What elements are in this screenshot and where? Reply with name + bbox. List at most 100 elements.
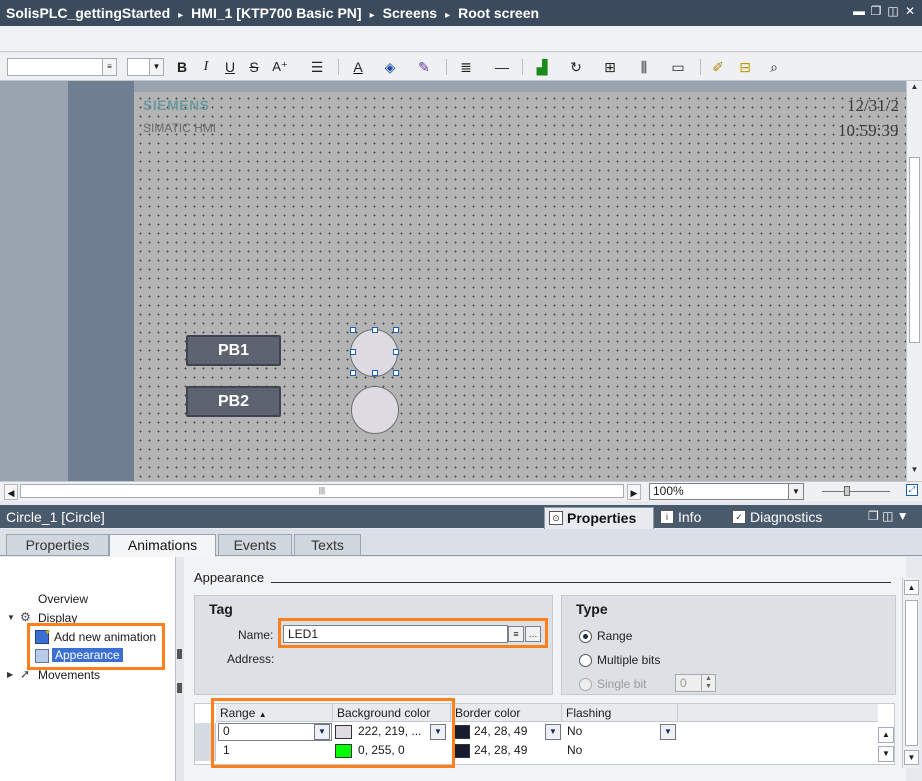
chevron-down-icon[interactable]: ▼ (430, 724, 446, 740)
scroll-thumb[interactable] (909, 157, 920, 343)
rotate-icon[interactable]: ↻ (562, 58, 590, 76)
align-objects-icon[interactable]: ⊞ (596, 58, 624, 76)
tag-name-input[interactable]: LED1 (283, 625, 508, 643)
fit-screen-icon[interactable]: ⤢ (906, 484, 918, 496)
resize-handle[interactable] (350, 370, 356, 376)
chevron-down-icon[interactable]: ▼ (314, 724, 330, 740)
cell-range[interactable]: 1 (219, 741, 230, 760)
scroll-down-icon[interactable]: ▼ (904, 750, 919, 765)
horizontal-scroll-thumb[interactable]: ||| (20, 484, 624, 498)
tree-item-add-animation[interactable]: Add new animation (54, 630, 156, 644)
tree-item-movements[interactable]: Movements (38, 668, 100, 682)
time-field[interactable]: 10:59:39 (838, 121, 898, 141)
restore-icon[interactable]: ❐ (868, 509, 879, 523)
cell-border-color[interactable]: 24, 28, 49 (470, 741, 527, 760)
column-header-border-color[interactable]: Border color (451, 704, 562, 722)
close-icon[interactable]: ✕ (904, 4, 916, 18)
minimize-icon[interactable]: ▬ (853, 4, 865, 18)
tag-browse-button[interactable]: … (525, 626, 541, 642)
column-header-range[interactable]: Range ▲ (216, 704, 333, 722)
radio-single-bit[interactable] (579, 678, 592, 691)
stepper-arrows-icon[interactable]: ▲ ▼ (701, 675, 715, 691)
align-icon[interactable]: ☰ (302, 58, 332, 76)
float-icon[interactable]: ◫ (882, 509, 893, 523)
cell-bg-color[interactable]: 222, 219, ... (354, 722, 421, 741)
date-field[interactable]: 12/31/2 (847, 96, 899, 116)
hmi-screen-canvas[interactable] (134, 92, 906, 481)
row-header[interactable] (195, 742, 216, 761)
tree-item-appearance[interactable]: Appearance (52, 648, 123, 662)
resize-handle[interactable] (372, 370, 378, 376)
font-size-select[interactable]: ▼ (127, 58, 164, 76)
tab-diagnostics[interactable]: ✓ Diagnostics (728, 507, 848, 529)
cell-border-color[interactable]: 24, 28, 49 (470, 722, 527, 741)
chevron-down-icon[interactable]: ▼ (660, 724, 676, 740)
resize-handle[interactable] (393, 327, 399, 333)
layers-icon[interactable]: ⊟ (732, 58, 758, 76)
tree-item-overview[interactable]: Overview (38, 592, 88, 606)
line-width-icon[interactable]: ≣ (452, 58, 480, 76)
breadcrumb-project[interactable]: SolisPLC_gettingStarted (6, 5, 170, 21)
italic-icon[interactable]: I (198, 58, 214, 76)
column-header-flashing[interactable]: Flashing (562, 704, 678, 722)
font-grow-icon[interactable]: A⁺ (268, 58, 292, 76)
resize-handle[interactable] (372, 327, 378, 333)
resize-handle[interactable] (350, 349, 356, 355)
font-color-icon[interactable]: A (344, 58, 372, 76)
zoom-slider-handle[interactable] (844, 486, 850, 496)
expand-right-icon[interactable]: ▶ (7, 670, 13, 679)
tab-properties[interactable]: ⊙ Properties (544, 507, 654, 529)
float-icon[interactable]: ◫ (887, 4, 899, 18)
tree-item-display[interactable]: Display (38, 611, 77, 625)
subtab-animations[interactable]: Animations (109, 534, 216, 557)
resize-handle[interactable] (350, 327, 356, 333)
scroll-down-icon[interactable]: ▼ (909, 465, 920, 479)
table-scroll-down-icon[interactable]: ▼ (878, 746, 894, 762)
tab-info[interactable]: i Info (656, 507, 726, 529)
single-bit-stepper[interactable]: 0 ▲ ▼ (675, 674, 716, 692)
breadcrumb-screens[interactable]: Screens (383, 5, 437, 21)
panel-vertical-scrollbar[interactable]: ▲ ▼ (902, 578, 919, 768)
strikethrough-icon[interactable]: S (246, 58, 262, 76)
bold-icon[interactable]: B (174, 58, 190, 76)
line-color-icon[interactable]: ✎ (410, 58, 438, 76)
distribute-icon[interactable]: ⫼ (630, 58, 658, 76)
table-scroll-up-icon[interactable]: ▲ (878, 727, 894, 743)
breadcrumb-root-screen[interactable]: Root screen (458, 5, 539, 21)
row-header[interactable] (195, 723, 216, 742)
scroll-up-icon[interactable]: ▲ (909, 82, 920, 96)
breadcrumb-device[interactable]: HMI_1 [KTP700 Basic PN] (191, 5, 361, 21)
subtab-events[interactable]: Events (218, 534, 292, 556)
editor-vertical-scrollbar[interactable]: ▲ ▼ (906, 81, 922, 481)
bring-front-icon[interactable]: ▟ (528, 58, 556, 76)
resize-handle[interactable] (393, 349, 399, 355)
radio-multiple-bits[interactable] (579, 654, 592, 667)
line-style-icon[interactable]: — (488, 58, 516, 76)
panel-splitter[interactable] (176, 557, 184, 781)
hmi-button-pb1[interactable]: PB1 (186, 335, 281, 366)
circle-led2[interactable] (351, 386, 399, 434)
fill-color-icon[interactable]: ◈ (376, 58, 404, 76)
resize-handle[interactable] (393, 370, 399, 376)
scroll-right-icon[interactable]: ▶ (627, 484, 641, 500)
tag-list-icon[interactable]: ≡ (508, 626, 524, 642)
chevron-down-icon[interactable]: ▼ (897, 509, 909, 523)
restore-icon[interactable]: ❐ (870, 4, 882, 18)
subtab-properties[interactable]: Properties (6, 534, 109, 556)
cell-flashing[interactable]: No (563, 722, 582, 741)
format-painter-icon[interactable]: ✐ (708, 58, 728, 76)
scroll-up-icon[interactable]: ▲ (904, 580, 919, 595)
font-family-select[interactable]: ≡ (7, 58, 117, 76)
column-header-background-color[interactable]: Background color (333, 704, 451, 722)
hmi-button-pb2[interactable]: PB2 (186, 386, 281, 417)
scroll-left-icon[interactable]: ◀ (4, 484, 18, 500)
scroll-thumb[interactable] (905, 600, 918, 746)
cell-bg-color[interactable]: 0, 255, 0 (354, 741, 405, 760)
subtab-texts[interactable]: Texts (294, 534, 361, 556)
expand-down-icon[interactable]: ▼ (7, 613, 15, 622)
zoom-select-icon[interactable]: ⌕ (764, 58, 784, 76)
cell-flashing[interactable]: No (563, 741, 582, 760)
radio-range[interactable] (579, 630, 592, 643)
zoom-select[interactable]: 100% ▼ (649, 483, 804, 500)
chevron-down-icon[interactable]: ▼ (545, 724, 561, 740)
